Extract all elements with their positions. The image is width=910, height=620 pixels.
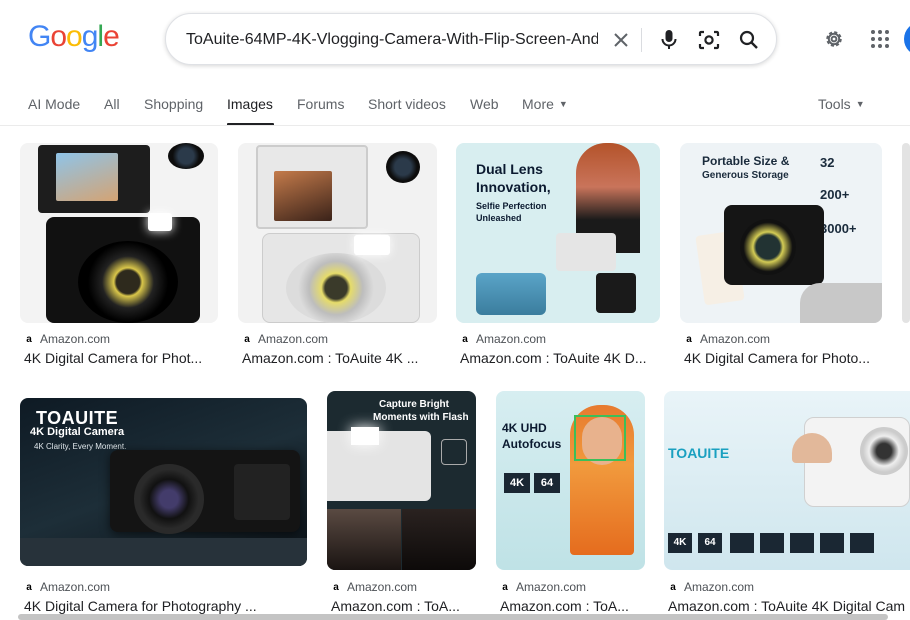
caret-down-icon: ▼: [855, 99, 865, 109]
result-source[interactable]: a Amazon.com: [24, 332, 110, 346]
source-label: Amazon.com: [476, 332, 547, 346]
result-thumbnail[interactable]: TOAUITE 4K 64: [664, 391, 910, 570]
image-text: Moments with Flash: [373, 412, 469, 423]
result-thumbnail[interactable]: Capture Bright Moments with Flash: [327, 391, 476, 570]
horizontal-scrollbar[interactable]: [18, 614, 888, 620]
amazon-favicon-icon: a: [26, 581, 32, 593]
image-text: Selfie Perfection: [476, 201, 547, 211]
amazon-favicon-icon: a: [670, 581, 676, 593]
result-source[interactable]: a Amazon.com: [242, 332, 328, 346]
tab-more-label: More: [522, 96, 554, 112]
image-text: Unleashed: [476, 213, 522, 223]
result-title[interactable]: 4K Digital Camera for Photo...: [684, 350, 880, 366]
result-source[interactable]: a Amazon.com: [668, 580, 754, 594]
image-text: 64: [534, 473, 560, 493]
image-text: Autofocus: [502, 437, 562, 451]
result-source[interactable]: a Amazon.com: [460, 332, 546, 346]
tools-label: Tools: [818, 96, 851, 112]
image-text: 4K: [504, 473, 530, 493]
result-title[interactable]: Amazon.com : ToAuite 4K D...: [460, 350, 658, 366]
image-text: Dual Lens: [476, 161, 543, 177]
amazon-favicon-icon: a: [244, 333, 250, 345]
result-title[interactable]: Amazon.com : ToA...: [500, 598, 645, 614]
logo-letter: g: [81, 20, 99, 53]
search-input[interactable]: [186, 27, 598, 53]
camera-lens-icon[interactable]: [696, 27, 722, 53]
result-thumbnail[interactable]: TOAUITE 4K Digital Camera 4K Clarity, Ev…: [20, 398, 307, 566]
tab-more[interactable]: More ▼: [522, 96, 568, 112]
tab-web[interactable]: Web: [470, 96, 499, 112]
google-logo[interactable]: Google: [28, 20, 120, 54]
tab-all[interactable]: All: [104, 96, 120, 112]
mic-icon[interactable]: [656, 27, 682, 53]
close-icon[interactable]: [608, 27, 634, 53]
logo-letter: G: [28, 20, 51, 53]
apps-grid-icon[interactable]: [867, 26, 893, 52]
source-label: Amazon.com: [347, 580, 418, 594]
image-text: 200+: [820, 187, 850, 202]
amazon-favicon-icon: a: [333, 581, 339, 593]
tab-images[interactable]: Images: [227, 96, 273, 112]
source-label: Amazon.com: [258, 332, 329, 346]
result-thumbnail[interactable]: [902, 143, 910, 323]
source-label: Amazon.com: [40, 580, 111, 594]
search-divider: [641, 28, 642, 52]
source-label: Amazon.com: [516, 580, 587, 594]
image-text: TOAUITE: [668, 445, 730, 461]
search-tabs: AI Mode All Shopping Images Forums Short…: [0, 96, 910, 126]
result-title[interactable]: 4K Digital Camera for Phot...: [24, 350, 214, 366]
result-source[interactable]: a Amazon.com: [684, 332, 770, 346]
camera-screen: [38, 145, 150, 213]
result-thumbnail[interactable]: Dual Lens Innovation, Selfie Perfection …: [456, 143, 660, 323]
search-box[interactable]: [165, 13, 777, 65]
tab-short-videos[interactable]: Short videos: [368, 96, 446, 112]
image-text: Portable Size &: [702, 154, 790, 168]
logo-letter: e: [103, 20, 120, 53]
tools-button[interactable]: Tools ▼: [818, 96, 865, 112]
tabs-divider: [0, 125, 910, 126]
caret-down-icon: ▼: [558, 99, 568, 109]
image-text: Innovation,: [476, 179, 551, 195]
result-title[interactable]: Amazon.com : ToAuite 4K ...: [242, 350, 432, 366]
result-title[interactable]: 4K Digital Camera for Photography ...: [24, 598, 304, 614]
image-text: 32: [820, 155, 835, 170]
result-thumbnail[interactable]: 4K UHD Autofocus 4K 64: [496, 391, 645, 570]
image-text: Generous Storage: [702, 170, 789, 181]
result-thumbnail[interactable]: [238, 143, 437, 323]
result-thumbnail[interactable]: Portable Size & Generous Storage 32 200+…: [680, 143, 882, 323]
logo-letter: o: [50, 20, 67, 53]
image-text: 64: [698, 533, 722, 553]
logo-letter: o: [66, 20, 83, 53]
tab-ai-mode[interactable]: AI Mode: [28, 96, 80, 112]
result-title[interactable]: Amazon.com : ToA...: [331, 598, 476, 614]
gear-icon[interactable]: [821, 26, 847, 52]
amazon-favicon-icon: a: [26, 333, 32, 345]
source-label: Amazon.com: [700, 332, 771, 346]
image-text: 4K UHD: [502, 421, 547, 435]
result-title[interactable]: Amazon.com : ToAuite 4K Digital Cam: [668, 598, 910, 614]
image-text: 4K Clarity, Every Moment.: [34, 442, 127, 451]
avatar[interactable]: [904, 22, 910, 56]
image-text: Capture Bright: [379, 399, 449, 410]
search-icon[interactable]: [736, 27, 762, 53]
amazon-favicon-icon: a: [502, 581, 508, 593]
source-label: Amazon.com: [40, 332, 111, 346]
result-source[interactable]: a Amazon.com: [24, 580, 110, 594]
result-thumbnail[interactable]: [20, 143, 218, 323]
tab-forums[interactable]: Forums: [297, 96, 344, 112]
image-text: 3000+: [820, 221, 857, 236]
image-text: 4K: [668, 533, 692, 553]
tab-shopping[interactable]: Shopping: [144, 96, 203, 112]
amazon-favicon-icon: a: [462, 333, 468, 345]
amazon-favicon-icon: a: [686, 333, 692, 345]
source-label: Amazon.com: [684, 580, 755, 594]
result-source[interactable]: a Amazon.com: [500, 580, 586, 594]
image-text: 4K Digital Camera: [30, 426, 125, 438]
result-source[interactable]: a Amazon.com: [331, 580, 417, 594]
